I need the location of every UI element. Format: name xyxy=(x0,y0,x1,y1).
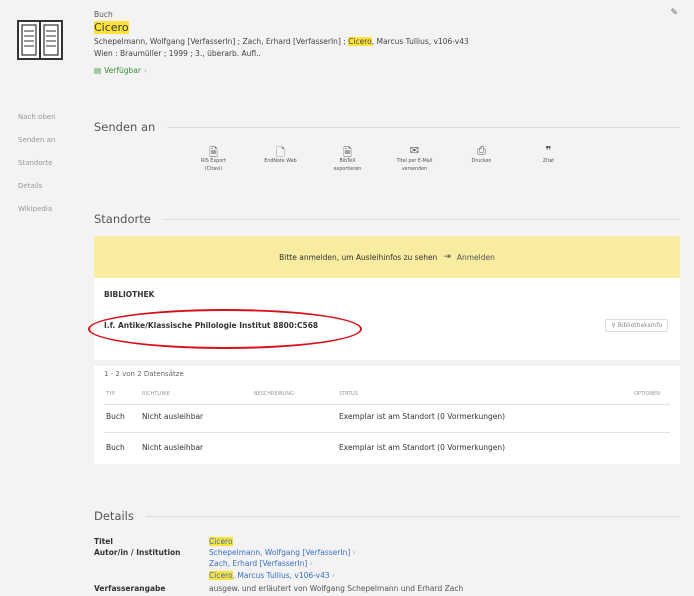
login-message: Bitte anmelden, um Ausleihinfos zu sehen xyxy=(279,252,438,262)
record-count: 1 - 2 von 2 Datensätze xyxy=(104,370,184,378)
availability-icon: ▤ xyxy=(94,66,102,75)
sign-in-icon[interactable]: ⇥ xyxy=(443,252,451,262)
chevron-right-icon: › xyxy=(143,66,147,75)
holdings-panel: BIBLIOTHEK I.f. Antike/Klassische Philol… xyxy=(94,278,680,464)
bibtex-icon: 🗎 xyxy=(343,146,352,159)
nav-item-standorte[interactable]: Standorte xyxy=(18,159,56,182)
chevron-right-icon: › xyxy=(332,571,336,580)
library-header: BIBLIOTHEK xyxy=(104,290,155,299)
record-type: Buch xyxy=(94,10,113,19)
record-publication: Wien : Braumüller ; 1999 ; 3., überarb. … xyxy=(94,49,261,58)
record-header: Buch Cicero Schepelmann, Wolfgang [Verfa… xyxy=(94,10,654,75)
send-quote[interactable]: ❞ Zitat xyxy=(515,144,582,174)
location-pin-icon: ⚲ xyxy=(611,322,616,329)
nav-item-details[interactable]: Details xyxy=(18,182,56,205)
annotation-circle xyxy=(88,309,362,349)
print-icon: ⎙ xyxy=(477,144,486,157)
send-bibtex[interactable]: 🗎 BibTeX exportieren xyxy=(314,144,381,174)
ris-export-icon: 🗎 xyxy=(209,146,218,159)
book-icon xyxy=(17,20,63,60)
send-section-heading: Senden an xyxy=(94,120,680,134)
quote-icon: ❞ xyxy=(545,144,552,157)
authors-highlight: Cicero xyxy=(348,37,372,46)
record-title[interactable]: Cicero xyxy=(94,21,129,34)
send-ris-export[interactable]: 🗎 RIS Export (Citavi) xyxy=(180,144,247,174)
availability-label: Verfügbar xyxy=(104,66,141,75)
titel-link[interactable]: Cicero xyxy=(209,537,233,546)
authors-suffix: , Marcus Tullius, v106-v43 xyxy=(371,37,469,46)
divider xyxy=(104,432,670,433)
availability-link[interactable]: ▤ Verfügbar › xyxy=(94,66,654,75)
authors-prefix: Schepelmann, Wolfgang [VerfasserIn] ; Za… xyxy=(94,37,349,46)
nav-item-nach-oben[interactable]: Nach oben xyxy=(18,113,56,136)
endnote-web-icon: 🗋 xyxy=(276,146,285,159)
author-link[interactable]: Zach, Erhard [VerfasserIn] › xyxy=(209,559,313,568)
nav-item-wikipedia[interactable]: Wikipedia xyxy=(18,205,56,228)
author-link[interactable]: Schepelmann, Wolfgang [VerfasserIn] › xyxy=(209,548,356,557)
details-section-heading: Details xyxy=(94,509,680,523)
chevron-right-icon: › xyxy=(352,548,356,557)
pin-icon[interactable]: ✎ xyxy=(670,8,678,18)
login-banner: Bitte anmelden, um Ausleihinfos zu sehen… xyxy=(94,236,680,278)
author-link[interactable]: Cicero, Marcus Tullius, v106-v43 › xyxy=(209,571,335,580)
divider xyxy=(104,404,670,405)
divider xyxy=(94,360,680,366)
library-info-button[interactable]: ⚲ Bibliotheksinfo xyxy=(605,319,668,332)
send-print[interactable]: ⎙ Drucken xyxy=(448,144,515,174)
chevron-right-icon: › xyxy=(309,559,313,568)
send-endnote-web[interactable]: 🗋 EndNote Web xyxy=(247,144,314,174)
send-email[interactable]: ✉ Titel per E-Mail versenden xyxy=(381,144,448,174)
nav-item-senden-an[interactable]: Senden an xyxy=(18,136,56,159)
left-nav: Nach oben Senden an Standorte Details Wi… xyxy=(18,113,56,228)
login-link[interactable]: Anmelden xyxy=(457,253,495,262)
standorte-section-heading: Standorte xyxy=(94,212,680,226)
record-authors: Schepelmann, Wolfgang [VerfasserIn] ; Za… xyxy=(94,37,654,46)
email-icon: ✉ xyxy=(409,144,420,157)
send-actions: 🗎 RIS Export (Citavi) 🗋 EndNote Web 🗎 Bi… xyxy=(180,144,582,174)
